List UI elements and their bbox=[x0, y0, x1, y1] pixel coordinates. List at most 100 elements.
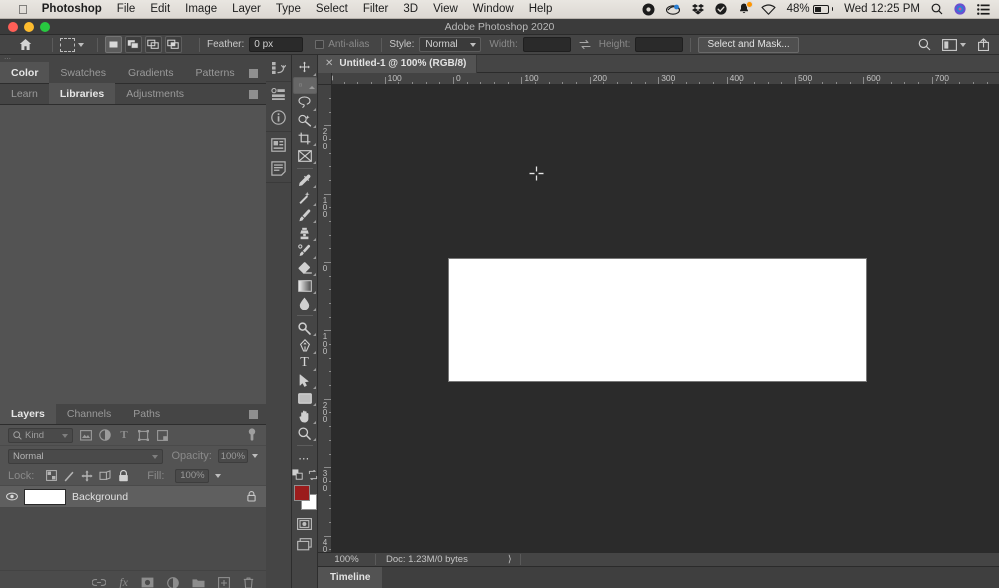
lock-artboard-nesting-icon[interactable] bbox=[99, 470, 111, 482]
workspace-switcher-icon[interactable] bbox=[942, 39, 966, 51]
fill-input[interactable]: 100% bbox=[175, 469, 209, 483]
feather-input[interactable]: 0 px bbox=[249, 37, 303, 52]
menu-layer[interactable]: Layer bbox=[232, 3, 261, 15]
notification-bell-icon[interactable] bbox=[738, 3, 750, 15]
brush-tool[interactable] bbox=[293, 207, 317, 225]
share-icon[interactable] bbox=[977, 38, 990, 51]
lock-all-icon[interactable] bbox=[117, 470, 129, 482]
dodge-tool[interactable] bbox=[293, 319, 317, 337]
pixel-layer-filter-icon[interactable] bbox=[80, 429, 92, 441]
minimize-window-button[interactable] bbox=[24, 22, 34, 32]
tab-layers[interactable]: Layers bbox=[0, 403, 56, 424]
lock-icon[interactable] bbox=[247, 491, 256, 502]
check-circle-icon[interactable] bbox=[715, 3, 727, 15]
rectangle-tool[interactable] bbox=[293, 390, 317, 408]
edit-toolbar-tool[interactable]: ⋯ bbox=[293, 449, 317, 467]
menu-app-name[interactable]: Photoshop bbox=[42, 3, 102, 15]
dropbox-icon[interactable] bbox=[692, 3, 704, 15]
spot-healing-brush-tool[interactable] bbox=[293, 189, 317, 207]
tab-gradients[interactable]: Gradients bbox=[117, 62, 185, 83]
lock-transparent-pixels-icon[interactable] bbox=[45, 470, 57, 482]
quick-mask-mode-icon[interactable] bbox=[293, 515, 317, 533]
home-icon[interactable] bbox=[19, 38, 32, 51]
blur-tool[interactable] bbox=[293, 295, 317, 313]
new-group-icon[interactable] bbox=[192, 578, 205, 588]
menu-file[interactable]: File bbox=[117, 3, 136, 15]
history-panel-icon[interactable] bbox=[271, 61, 286, 75]
tab-timeline[interactable]: Timeline bbox=[318, 567, 382, 588]
tab-libraries[interactable]: Libraries bbox=[49, 83, 115, 104]
close-icon[interactable]: ✕ bbox=[325, 58, 333, 69]
shape-layer-filter-icon[interactable] bbox=[137, 429, 149, 441]
opacity-slider-chevron-icon[interactable] bbox=[252, 454, 258, 458]
crop-tool[interactable] bbox=[293, 129, 317, 147]
menu-select[interactable]: Select bbox=[316, 3, 348, 15]
add-layer-mask-icon[interactable] bbox=[141, 577, 154, 588]
ruler-corner[interactable] bbox=[318, 73, 332, 85]
new-selection-button[interactable] bbox=[105, 36, 122, 53]
pen-tool[interactable] bbox=[293, 337, 317, 355]
eye-icon[interactable] bbox=[6, 492, 18, 501]
panel-menu-icon[interactable] bbox=[249, 410, 258, 419]
zoom-tool[interactable] bbox=[293, 425, 317, 443]
menu-help[interactable]: Help bbox=[529, 3, 553, 15]
control-center-icon[interactable] bbox=[977, 4, 990, 15]
object-selection-tool[interactable] bbox=[293, 112, 317, 130]
anti-alias-checkbox[interactable] bbox=[315, 40, 324, 49]
link-layers-icon[interactable] bbox=[92, 578, 106, 587]
apple-icon[interactable]:  bbox=[18, 3, 28, 16]
subtract-from-selection-button[interactable] bbox=[145, 36, 162, 53]
vertical-ruler[interactable]: 5004003002001000100200300400500600700800 bbox=[318, 85, 332, 566]
intersect-with-selection-button[interactable] bbox=[165, 36, 182, 53]
menu-3d[interactable]: 3D bbox=[403, 3, 418, 15]
wifi-icon[interactable] bbox=[761, 4, 776, 15]
lock-image-pixels-icon[interactable] bbox=[63, 470, 75, 482]
layer-thumbnail[interactable] bbox=[24, 489, 66, 505]
chevron-down-icon[interactable] bbox=[960, 43, 966, 47]
tab-channels[interactable]: Channels bbox=[56, 403, 122, 424]
menu-view[interactable]: View bbox=[433, 3, 458, 15]
horizontal-ruler[interactable]: 3002001000100200300400500600700800900100… bbox=[332, 73, 999, 85]
delete-layer-icon[interactable] bbox=[243, 577, 254, 588]
eyedropper-tool[interactable] bbox=[293, 172, 317, 190]
tab-patterns[interactable]: Patterns bbox=[184, 62, 245, 83]
tab-adjustments[interactable]: Adjustments bbox=[115, 83, 195, 104]
spotlight-search-icon[interactable] bbox=[931, 3, 943, 15]
siri-icon[interactable] bbox=[954, 3, 966, 15]
new-adjustment-layer-icon[interactable] bbox=[167, 577, 179, 588]
adjustment-layer-filter-icon[interactable] bbox=[99, 429, 111, 441]
swap-dimensions-icon[interactable] bbox=[579, 39, 591, 50]
zoom-level[interactable]: 100% bbox=[318, 554, 376, 565]
document-tab[interactable]: ✕ Untitled-1 @ 100% (RGB/8) bbox=[318, 55, 477, 73]
width-input[interactable] bbox=[523, 37, 571, 52]
fill-slider-chevron-icon[interactable] bbox=[215, 474, 221, 478]
actions-panel-icon[interactable] bbox=[271, 88, 286, 101]
opacity-input[interactable]: 100% bbox=[218, 449, 248, 463]
style-select[interactable]: Normal bbox=[419, 37, 481, 52]
close-window-button[interactable] bbox=[8, 22, 18, 32]
hand-tool[interactable] bbox=[293, 407, 317, 425]
tab-swatches[interactable]: Swatches bbox=[49, 62, 117, 83]
lasso-tool[interactable] bbox=[293, 94, 317, 112]
new-layer-icon[interactable] bbox=[218, 577, 230, 588]
add-layer-style-icon[interactable]: fx bbox=[119, 575, 128, 588]
filter-toggle-icon[interactable] bbox=[246, 429, 258, 441]
screen-mode-icon[interactable] bbox=[293, 536, 317, 554]
rectangular-marquee-tool[interactable] bbox=[293, 77, 317, 95]
select-and-mask-button[interactable]: Select and Mask... bbox=[698, 37, 798, 53]
document-canvas[interactable] bbox=[449, 259, 866, 381]
path-selection-tool[interactable] bbox=[293, 372, 317, 390]
eraser-tool[interactable] bbox=[293, 260, 317, 278]
maximize-window-button[interactable] bbox=[40, 22, 50, 32]
clone-stamp-tool[interactable] bbox=[293, 224, 317, 242]
layer-name[interactable]: Background bbox=[72, 491, 128, 503]
panel-menu-icon[interactable] bbox=[249, 90, 258, 99]
panel-menu-icon[interactable] bbox=[249, 69, 258, 78]
onedrive-icon[interactable] bbox=[642, 3, 655, 16]
menu-type[interactable]: Type bbox=[276, 3, 301, 15]
tab-paths[interactable]: Paths bbox=[122, 403, 171, 424]
menu-edit[interactable]: Edit bbox=[150, 3, 170, 15]
gradient-tool[interactable] bbox=[293, 277, 317, 295]
table-row[interactable]: Background bbox=[0, 486, 266, 508]
creative-cloud-icon[interactable] bbox=[666, 3, 681, 15]
